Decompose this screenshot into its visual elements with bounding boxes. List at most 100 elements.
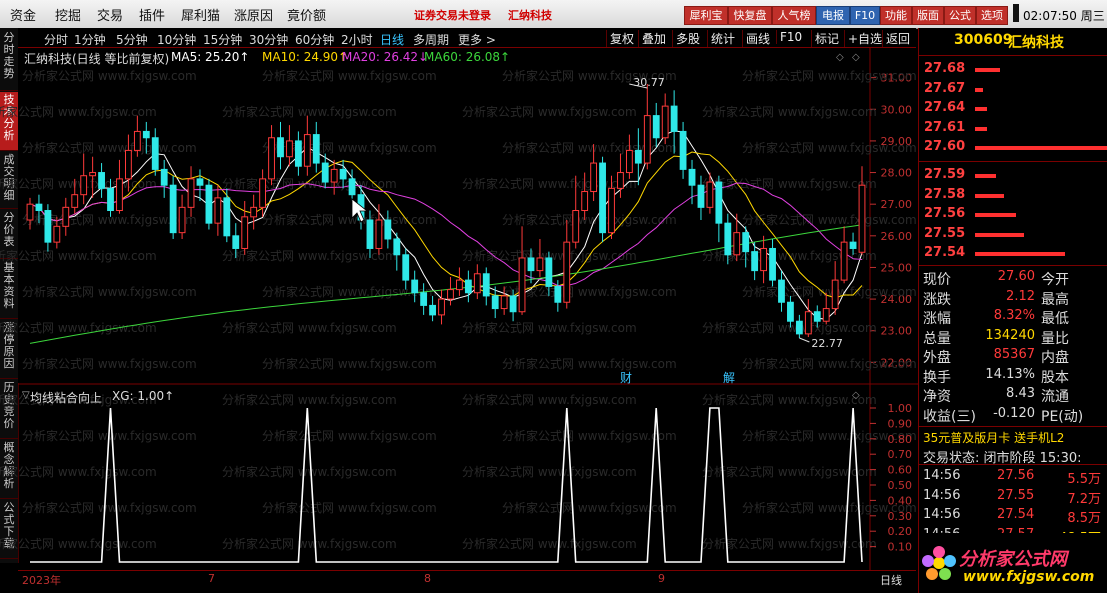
logo-text: 分析家公式网: [959, 549, 1067, 570]
diamond-icon[interactable]: ◇: [852, 390, 860, 401]
sell-volume-bar: [975, 126, 988, 131]
buy-price: 27.55: [924, 225, 966, 241]
watermark: 分析家公式网 www.fxjgsw.com: [0, 464, 157, 479]
ma20-label: MA20: 26.42↓: [342, 50, 429, 64]
tick-time: 14:56: [923, 507, 961, 522]
tool-adjust[interactable]: 复权: [606, 30, 637, 47]
candle-body: [44, 210, 52, 243]
candle-body: [563, 241, 571, 303]
period-1min[interactable]: 1分钟: [74, 31, 106, 48]
candle-body: [599, 162, 606, 234]
candle-body: [196, 178, 204, 186]
candle-body: [62, 206, 70, 227]
watermark: 分析家公式网 www.fxjgsw.com: [262, 68, 437, 83]
diamond-icon[interactable]: ◇: [836, 52, 844, 63]
quote-value: 8.32%: [993, 308, 1035, 323]
candle-body: [554, 285, 562, 303]
watermark: 分析家公式网 www.fxjgsw.com: [222, 464, 397, 479]
watermark: 分析家公式网 www.fxjgsw.com: [502, 356, 677, 371]
candle-body: [849, 241, 857, 249]
tool-back[interactable]: 返回: [882, 30, 913, 47]
period-multi[interactable]: 多周期: [413, 31, 449, 48]
tool-multi-stock[interactable]: 多股: [672, 30, 703, 47]
promo-banner[interactable]: 35元普及版月卡 送手机L2: [923, 429, 1064, 446]
period-5min[interactable]: 5分钟: [116, 31, 148, 48]
candle-body: [312, 134, 320, 164]
formula-button[interactable]: 公式: [944, 6, 976, 25]
candle-body: [402, 254, 410, 281]
sell-volume-bar: [975, 146, 1107, 150]
period-15min[interactable]: 15分钟: [203, 31, 242, 48]
buy-price: 27.56: [924, 206, 966, 221]
kline-chart[interactable]: 31.0030.0029.0028.0027.0026.0025.0024.00…: [0, 0, 918, 593]
watermark: 分析家公式网 www.fxjgsw.com: [702, 104, 877, 119]
tool-draw[interactable]: 画线: [742, 30, 773, 47]
quote-value: 27.60: [997, 269, 1035, 284]
period-30min[interactable]: 30分钟: [249, 31, 288, 48]
candle-body: [590, 162, 598, 193]
tool-overlay[interactable]: 叠加: [638, 30, 669, 47]
quote-right-label: 今开: [1041, 272, 1069, 288]
candle-body: [464, 279, 472, 294]
candle-body: [447, 289, 454, 300]
buy-price: 27.58: [924, 186, 966, 202]
unlock-marker[interactable]: 解: [723, 371, 735, 385]
buy-volume-bar: [975, 193, 1004, 198]
candle-body: [670, 105, 678, 132]
tool-mark[interactable]: 标记: [811, 30, 842, 47]
sell-volume-bar: [975, 107, 988, 111]
tick-time: 14:56: [923, 487, 961, 503]
tool-f10[interactable]: F10: [776, 30, 805, 44]
candle-body: [330, 168, 338, 183]
sell-volume-bar: [975, 87, 984, 92]
candle-body: [420, 292, 428, 306]
candle-body: [125, 149, 132, 180]
indicator-name: 均线粘合向上: [30, 391, 103, 405]
period-10min[interactable]: 10分钟: [157, 31, 196, 48]
watermark: 分析家公式网 www.fxjgsw.com: [22, 140, 197, 155]
indicator-label: 0.20: [888, 525, 913, 538]
indicator-label: 0.60: [888, 464, 913, 477]
tool-add-watch[interactable]: +自选: [844, 30, 885, 47]
watermark: 分析家公式网 www.fxjgsw.com: [0, 320, 157, 335]
candle-body: [679, 130, 687, 170]
date-axis: 2023年 7 8 9 日线: [18, 570, 916, 593]
candle-body: [384, 219, 392, 240]
watermark: 分析家公式网 www.fxjgsw.com: [22, 500, 197, 515]
candle-body: [822, 308, 830, 322]
period-60min[interactable]: 60分钟: [295, 31, 334, 48]
quote-label: 总量: [923, 330, 951, 347]
period-more[interactable]: 更多 >: [458, 31, 496, 48]
period-daily[interactable]: 日线: [380, 31, 404, 48]
candle-body: [259, 178, 267, 208]
options-button[interactable]: 选项: [976, 6, 1008, 25]
quote-value: 14.13%: [985, 366, 1035, 382]
quote-label: 收益(三): [923, 408, 976, 425]
price-label: 27.00: [881, 198, 913, 211]
candle-body: [375, 219, 383, 249]
watermark: 分析家公式网 www.fxjgsw.com: [22, 356, 197, 371]
candle-body: [840, 241, 848, 281]
watermark: 分析家公式网 www.fxjgsw.com: [262, 356, 437, 371]
quote-label: 净资: [923, 389, 951, 405]
high-label: 30.77: [633, 76, 665, 89]
diamond-icon[interactable]: ◇: [852, 52, 860, 63]
financial-marker[interactable]: 财: [620, 371, 632, 385]
watermark: 分析家公式网 www.fxjgsw.com: [462, 464, 637, 479]
indicator-label: 0.10: [888, 541, 913, 554]
period-2hour[interactable]: 2小时: [341, 31, 373, 48]
sell-price: 27.64: [924, 100, 966, 115]
indicator-label: 0.70: [888, 448, 913, 461]
tool-stats[interactable]: 统计: [707, 30, 738, 47]
period-intraday[interactable]: 分时: [44, 31, 68, 48]
sell-price: 27.68: [924, 61, 966, 76]
ma5-label: MA5: 25.20↑: [171, 50, 250, 64]
candle-body: [813, 311, 821, 322]
candle-body: [634, 149, 642, 164]
tick-time: 14:56: [923, 468, 961, 483]
candle-body: [831, 279, 839, 310]
candle-body: [706, 181, 714, 208]
price-label: 23.00: [881, 325, 913, 338]
candle-body: [133, 130, 141, 151]
collapse-icon[interactable]: ▽: [22, 390, 30, 401]
